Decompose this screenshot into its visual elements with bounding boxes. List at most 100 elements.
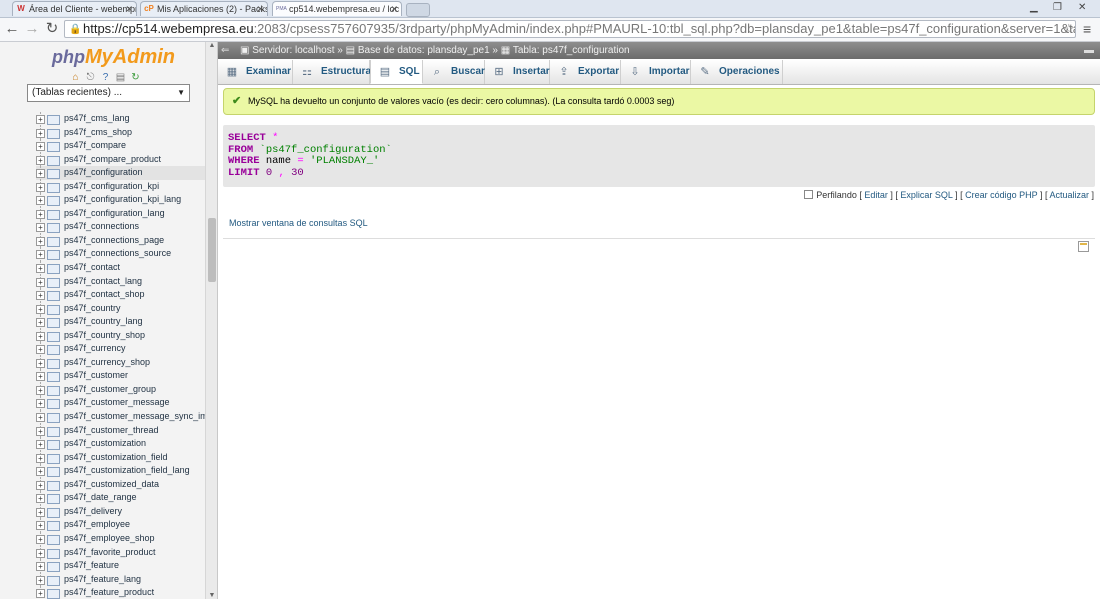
- phpmyadmin-logo[interactable]: phpMyAdmin: [52, 46, 175, 69]
- scrollbar-thumb[interactable]: [208, 218, 216, 282]
- table-name[interactable]: ps47f_currency: [64, 342, 126, 356]
- expand-icon[interactable]: +: [36, 399, 45, 409]
- home-icon[interactable]: ⌂: [70, 72, 81, 83]
- table-row[interactable]: + ps47f_employee_shop: [36, 531, 206, 546]
- expand-icon[interactable]: +: [36, 318, 45, 328]
- table-row[interactable]: + ps47f_favorite_product: [36, 545, 206, 560]
- table-name[interactable]: ps47f_connections_page: [64, 234, 164, 248]
- table-row[interactable]: + ps47f_configuration: [36, 166, 206, 180]
- table-row[interactable]: + ps47f_compare: [36, 139, 206, 153]
- table-name[interactable]: ps47f_connections_source: [64, 247, 171, 261]
- minimize-icon[interactable]: ▁: [1030, 0, 1038, 16]
- tab-importar[interactable]: ⇩ Importar: [621, 60, 691, 84]
- expand-icon[interactable]: +: [36, 534, 45, 544]
- table-row[interactable]: + ps47f_customized_data: [36, 477, 206, 492]
- table-name[interactable]: ps47f_date_range: [64, 491, 137, 505]
- table-row[interactable]: + ps47f_delivery: [36, 504, 206, 519]
- expand-icon[interactable]: +: [36, 372, 45, 382]
- table-row[interactable]: + ps47f_connections_page: [36, 233, 206, 248]
- close-icon[interactable]: ✕: [125, 2, 133, 16]
- expand-icon[interactable]: +: [36, 575, 45, 585]
- expand-icon[interactable]: +: [36, 358, 45, 368]
- expand-icon[interactable]: +: [36, 277, 45, 287]
- expand-icon[interactable]: +: [36, 291, 45, 301]
- refresh-link[interactable]: Actualizar: [1049, 190, 1089, 200]
- table-row[interactable]: + ps47f_feature: [36, 559, 206, 573]
- nav-scrollbar[interactable]: ▲ ▼: [205, 42, 217, 599]
- expand-icon[interactable]: +: [36, 182, 45, 192]
- table-name[interactable]: ps47f_customization_field_lang: [64, 464, 190, 478]
- table-row[interactable]: + ps47f_configuration_lang: [36, 206, 206, 221]
- expand-icon[interactable]: +: [36, 426, 45, 436]
- table-name[interactable]: ps47f_connections: [64, 220, 139, 234]
- table-row[interactable]: + ps47f_contact: [36, 261, 206, 275]
- table-name[interactable]: ps47f_configuration_kpi: [64, 180, 159, 194]
- table-row[interactable]: + ps47f_configuration_kpi_lang: [36, 193, 206, 207]
- table-row[interactable]: + ps47f_feature_product: [36, 586, 206, 599]
- expand-icon[interactable]: +: [36, 413, 45, 423]
- table-name[interactable]: ps47f_customer_message: [64, 396, 170, 410]
- table-row[interactable]: + ps47f_customer_group: [36, 382, 206, 397]
- browser-tab-cliente[interactable]: W Área del Cliente - webempr ✕: [12, 1, 137, 16]
- collapse-icon[interactable]: ▬: [1084, 42, 1094, 59]
- expand-icon[interactable]: +: [36, 548, 45, 558]
- table-name[interactable]: ps47f_favorite_product: [64, 546, 156, 560]
- back-arrow-icon[interactable]: ←: [3, 20, 21, 38]
- expand-icon[interactable]: +: [36, 345, 45, 355]
- menu-icon[interactable]: ≡: [1083, 21, 1091, 37]
- table-name[interactable]: ps47f_feature_lang: [64, 573, 141, 587]
- expand-icon[interactable]: +: [36, 128, 45, 138]
- expand-icon[interactable]: +: [36, 196, 45, 206]
- forward-arrow-icon[interactable]: →: [23, 20, 41, 38]
- table-name[interactable]: ps47f_cms_shop: [64, 126, 132, 140]
- table-row[interactable]: + ps47f_employee: [36, 518, 206, 532]
- browser-tab-aplicaciones[interactable]: cP Mis Aplicaciones (2) - Packs ✕: [140, 1, 268, 16]
- table-row[interactable]: + ps47f_currency_shop: [36, 355, 206, 370]
- tab-examinar[interactable]: ▦ Examinar: [218, 60, 293, 84]
- table-name[interactable]: ps47f_country_lang: [64, 315, 143, 329]
- expand-icon[interactable]: +: [36, 331, 45, 341]
- expand-icon[interactable]: +: [36, 115, 45, 124]
- expand-icon[interactable]: +: [36, 142, 45, 152]
- table-name[interactable]: ps47f_customized_data: [64, 478, 159, 492]
- expand-icon[interactable]: +: [36, 494, 45, 504]
- table-row[interactable]: + ps47f_customer: [36, 369, 206, 383]
- explain-sql-link[interactable]: Explicar SQL: [900, 190, 952, 200]
- show-query-window-link[interactable]: Mostrar ventana de consultas SQL: [229, 218, 368, 228]
- table-row[interactable]: + ps47f_feature_lang: [36, 572, 206, 587]
- tab-exportar[interactable]: ⇪ Exportar: [550, 60, 621, 84]
- table-name[interactable]: ps47f_feature: [64, 559, 119, 573]
- tab-insertar[interactable]: ⊞ Insertar: [485, 60, 550, 84]
- expand-icon[interactable]: +: [36, 250, 45, 260]
- table-name[interactable]: ps47f_contact_lang: [64, 275, 142, 289]
- table-name[interactable]: ps47f_compare_product: [64, 153, 161, 167]
- scroll-up-icon[interactable]: ▲: [208, 42, 216, 49]
- expand-icon[interactable]: +: [36, 562, 45, 572]
- expand-icon[interactable]: +: [36, 155, 45, 165]
- maximize-icon[interactable]: ❐: [1053, 0, 1062, 16]
- table-row[interactable]: + ps47f_date_range: [36, 491, 206, 505]
- back-icon[interactable]: ⇐: [221, 42, 229, 59]
- reload-icon[interactable]: ↻: [43, 20, 61, 38]
- table-name[interactable]: ps47f_customization: [64, 437, 146, 451]
- recent-tables-select[interactable]: (Tablas recientes) ... ▼: [27, 84, 190, 102]
- window-close-icon[interactable]: ✕: [1078, 0, 1086, 16]
- table-row[interactable]: + ps47f_country: [36, 301, 206, 316]
- table-row[interactable]: + ps47f_customization: [36, 437, 206, 451]
- table-name[interactable]: ps47f_compare: [64, 139, 126, 153]
- expand-icon[interactable]: +: [36, 304, 45, 314]
- table-row[interactable]: + ps47f_customer_message_sync_im: [36, 410, 206, 424]
- table-name[interactable]: ps47f_customer_thread: [64, 424, 159, 438]
- expand-icon[interactable]: +: [36, 507, 45, 517]
- expand-icon[interactable]: +: [36, 440, 45, 450]
- table-name[interactable]: ps47f_configuration: [64, 166, 143, 180]
- table-row[interactable]: + ps47f_cms_lang: [36, 112, 206, 126]
- expand-icon[interactable]: +: [36, 521, 45, 531]
- expand-icon[interactable]: +: [36, 169, 45, 179]
- table-name[interactable]: ps47f_employee_shop: [64, 532, 155, 546]
- table-row[interactable]: + ps47f_configuration_kpi: [36, 179, 206, 194]
- table-row[interactable]: + ps47f_contact_shop: [36, 288, 206, 302]
- expand-icon[interactable]: +: [36, 209, 45, 219]
- expand-icon[interactable]: +: [36, 453, 45, 463]
- expand-icon[interactable]: +: [36, 385, 45, 395]
